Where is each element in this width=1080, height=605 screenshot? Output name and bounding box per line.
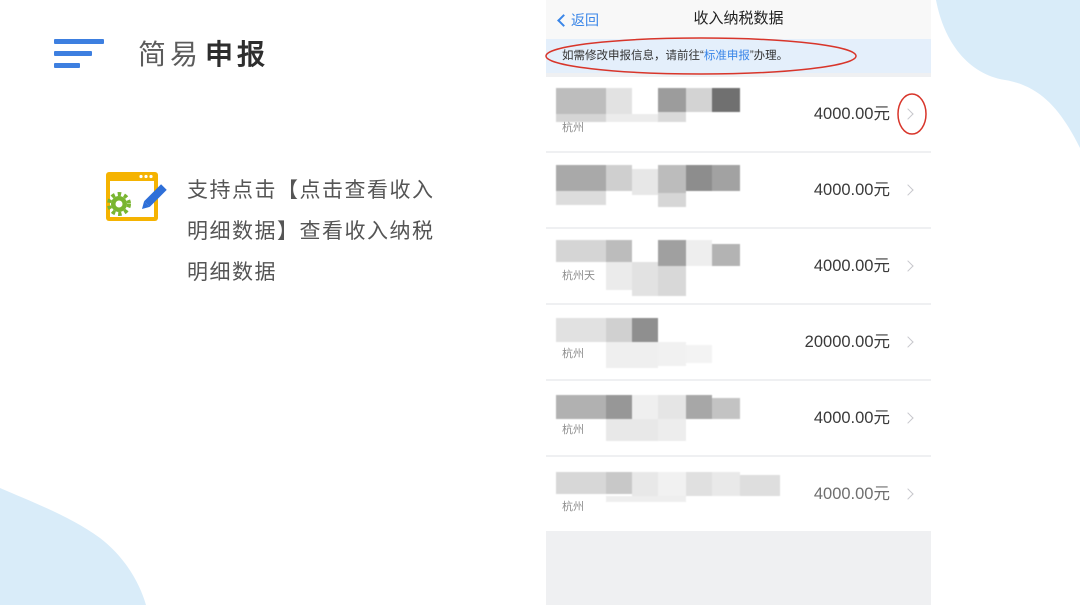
redaction-block (712, 244, 740, 266)
nav-title: 收入纳税数据 (693, 10, 784, 27)
redaction-block (658, 419, 686, 441)
window-gear-pencil-icon (105, 170, 167, 224)
description-line: 明细数据】查看收入纳税 (187, 220, 435, 243)
redaction-block (556, 395, 606, 419)
slide-title-bold: 申报 (205, 39, 270, 70)
phone-screenshot: 返回 收入纳税数据 如需修改申报信息，请前往“标准申报”办理。 杭州 4000.… (546, 0, 931, 605)
decorative-blob-top-right (936, 0, 1080, 148)
redaction-block (658, 193, 686, 207)
slide-title-light: 简易 (138, 39, 203, 70)
payer-name: 杭州 (562, 501, 584, 513)
redaction-block (658, 165, 686, 193)
redaction-block (606, 262, 632, 290)
description-line: 支持点击【点击查看收入 (187, 179, 435, 202)
redaction-block (686, 240, 712, 266)
redaction-block (606, 419, 658, 441)
redaction-block (606, 240, 632, 262)
income-amount: 4000.00元 (813, 181, 890, 199)
redaction-block (686, 165, 712, 191)
redaction-block (658, 472, 686, 496)
menu-lines-icon (54, 39, 106, 69)
redaction-block (632, 472, 658, 496)
redaction-block (712, 472, 740, 496)
notice-text-prefix: 如需修改申报信息，请前往“ (562, 50, 704, 62)
payer-name: 杭州 (562, 122, 584, 134)
redaction-block (658, 266, 686, 296)
income-amount: 20000.00元 (804, 333, 890, 351)
redaction-block (632, 318, 658, 342)
slide-title: 简易 申报 (138, 36, 269, 74)
payer-name: 杭州 (562, 424, 584, 436)
income-amount: 4000.00元 (813, 485, 890, 503)
redaction-block (606, 472, 632, 494)
redaction-block (556, 318, 606, 342)
redaction-block (658, 240, 686, 266)
notice-bar: 如需修改申报信息，请前往“标准申报”办理。 (546, 39, 931, 73)
redaction-block (686, 472, 712, 496)
redaction-block (686, 345, 712, 363)
redaction-block (658, 88, 686, 112)
standard-declaration-link[interactable]: 标准申报 (704, 50, 750, 62)
redaction-block (686, 395, 712, 419)
redaction-block (606, 318, 632, 342)
menu-line (54, 63, 80, 68)
notice-text-suffix: ”办理。 (749, 50, 789, 62)
redaction-block (606, 342, 658, 368)
description-line: 明细数据 (187, 261, 277, 284)
redaction-block (740, 475, 780, 496)
redaction-block (632, 395, 658, 419)
income-record-row[interactable]: 杭州 20000.00元 (546, 305, 931, 379)
income-amount: 4000.00元 (813, 409, 890, 427)
redaction-block (556, 191, 606, 205)
redaction-block (556, 165, 606, 191)
redaction-block (556, 88, 606, 114)
decorative-blob-bottom-left (0, 488, 146, 605)
redaction-block (556, 240, 606, 262)
redaction-block (658, 112, 686, 122)
redaction-block (632, 169, 658, 195)
redaction-block (686, 88, 712, 112)
menu-line (54, 39, 104, 44)
redaction-block (712, 398, 740, 419)
redaction-block (606, 114, 658, 122)
redaction-block (632, 262, 658, 296)
menu-line (54, 51, 92, 56)
redaction-block (556, 472, 606, 494)
income-record-row[interactable]: 杭州 4000.00元 (546, 457, 931, 531)
redaction-block (606, 496, 686, 502)
redaction-block (658, 395, 686, 419)
redaction-block (606, 165, 632, 191)
income-record-row[interactable]: 杭州 4000.00元 (546, 381, 931, 455)
payer-name: 杭州 (562, 348, 584, 360)
income-record-row[interactable]: 杭州 4000.00元 (546, 77, 931, 151)
payer-name: 杭州天 (562, 270, 595, 282)
redaction-block (606, 395, 632, 419)
feature-description: 支持点击【点击查看收入 明细数据】查看收入纳税 明细数据 (187, 170, 435, 293)
income-amount: 4000.00元 (813, 257, 890, 275)
income-record-row[interactable]: 杭州天 4000.00元 (546, 229, 931, 303)
income-amount: 4000.00元 (813, 105, 890, 123)
income-record-row[interactable]: 4000.00元 (546, 153, 931, 227)
redaction-block (712, 165, 740, 191)
redaction-block (606, 88, 632, 114)
redaction-block (658, 342, 686, 366)
redaction-block (712, 88, 740, 112)
nav-bar: 返回 收入纳税数据 (546, 0, 931, 39)
